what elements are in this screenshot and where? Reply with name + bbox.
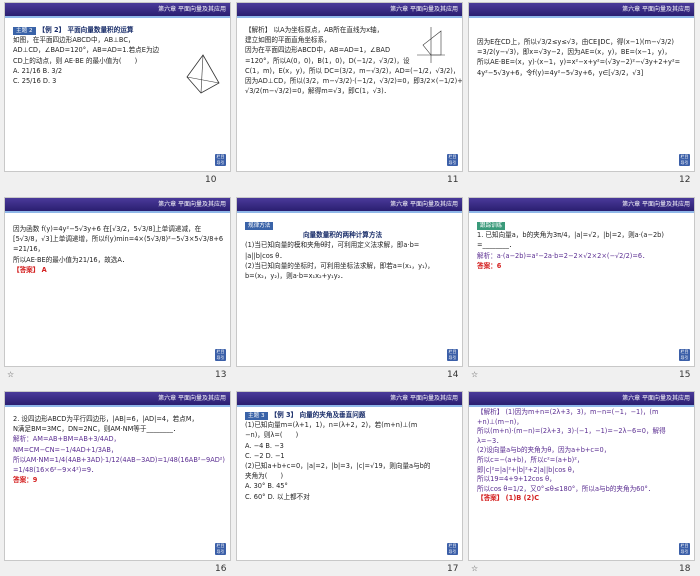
slide-header: 第六章 平面向量及其应用: [469, 198, 694, 213]
example-tag: 主题 3: [245, 412, 268, 420]
back-button[interactable]: 栏目导引: [679, 349, 690, 361]
slide-header: 第六章 平面向量及其应用: [237, 392, 462, 407]
star-icon: ☆: [471, 370, 479, 379]
slide-header: 第六章 平面向量及其应用: [237, 198, 462, 213]
back-button[interactable]: 栏目导引: [447, 349, 458, 361]
example-tag: 主题 2: [13, 27, 36, 35]
slide-header: 第六章 平面向量及其应用: [237, 3, 462, 18]
star-icon: ☆: [7, 370, 15, 379]
slide-header: 第六章 平面向量及其应用: [5, 198, 230, 213]
back-button[interactable]: 栏目导引: [447, 154, 458, 166]
back-button[interactable]: 栏目导引: [215, 349, 226, 361]
slide-header: 第六章 平面向量及其应用: [5, 3, 230, 18]
back-button[interactable]: 栏目导引: [679, 543, 690, 555]
quadrilateral-figure: [186, 54, 220, 94]
slide-header: 第六章 平面向量及其应用: [469, 3, 694, 18]
back-button[interactable]: 栏目导引: [215, 154, 226, 166]
star-icon: ☆: [471, 564, 479, 573]
practice-tag: 跟踪训练: [477, 222, 506, 230]
back-button[interactable]: 栏目导引: [215, 543, 226, 555]
back-button[interactable]: 栏目导引: [679, 154, 690, 166]
slide-header: 第六章 平面向量及其应用: [469, 392, 694, 407]
slide-header: 第六章 平面向量及其应用: [5, 392, 230, 407]
back-button[interactable]: 栏目导引: [447, 543, 458, 555]
method-tag: 规律方法: [245, 222, 274, 230]
coordinate-figure: [417, 27, 445, 63]
